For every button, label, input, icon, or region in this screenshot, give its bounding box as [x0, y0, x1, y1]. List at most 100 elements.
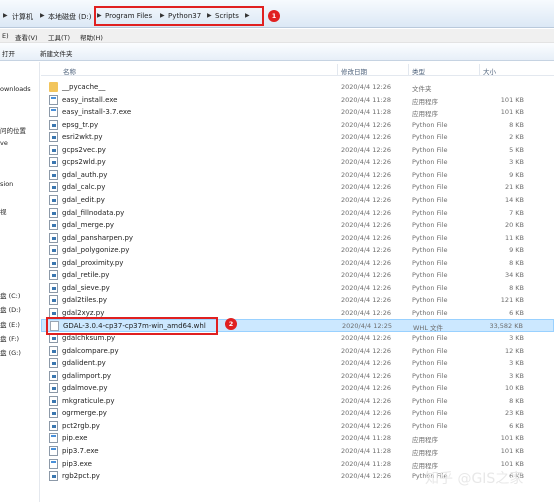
file-date: 2020/4/4 12:26 — [341, 296, 391, 305]
python-file-icon — [49, 182, 58, 193]
exe-icon — [49, 445, 58, 456]
file-name: gdalident.py — [62, 359, 106, 368]
table-row[interactable]: gdal_sieve.py 2020/4/4 12:26 Python File 8 … — [41, 282, 554, 295]
table-row[interactable]: mkgraticule.py 2020/4/4 12:26 Python File 8… — [41, 395, 554, 408]
file-date: 2020/4/4 12:26 — [341, 308, 391, 317]
nav-item-video[interactable]: 视 — [0, 206, 7, 216]
table-row[interactable]: esri2wkt.py 2020/4/4 12:26 Python File 2 KB — [41, 131, 554, 144]
table-row[interactable]: gdal_merge.py 2020/4/4 12:26 Python File 20… — [41, 219, 554, 232]
nav-item-drive-e[interactable]: 盘 (E:) — [0, 319, 20, 329]
file-name: gdal_pansharpen.py — [62, 233, 134, 242]
table-row[interactable]: ogrmerge.py 2020/4/4 12:26 Python File 23 K… — [41, 407, 554, 420]
watermark: 知乎 @GIS之家 — [425, 471, 524, 487]
python-file-icon — [49, 144, 58, 155]
file-name: gdal_auth.py — [62, 170, 108, 179]
file-date: 2020/4/4 12:26 — [341, 195, 391, 204]
table-row[interactable]: gdal2tiles.py 2020/4/4 12:26 Python File 12… — [41, 294, 554, 307]
file-name: gdal_fillnodata.py — [62, 208, 125, 217]
nav-item-recent-places[interactable]: 问的位置 — [0, 125, 26, 135]
table-row[interactable]: pip3.7.exe 2020/4/4 11:28 应用程序 101 KB — [41, 445, 554, 458]
file-name: gdal_sieve.py — [62, 283, 110, 292]
table-row[interactable]: pip.exe 2020/4/4 11:28 应用程序 101 KB — [41, 432, 554, 445]
table-row[interactable]: gdal_polygonize.py 2020/4/4 12:26 Python F… — [41, 244, 554, 257]
file-name: gdal_edit.py — [62, 195, 105, 204]
highlight-box-address — [94, 6, 264, 26]
file-size: 7 KB — [509, 208, 524, 217]
file-date: 2020/4/4 12:26 — [341, 258, 391, 267]
python-file-icon — [49, 270, 58, 281]
python-file-icon — [49, 295, 58, 306]
table-row[interactable]: gdal_auth.py 2020/4/4 12:26 Python File 9 K… — [41, 169, 554, 182]
nav-item-drive[interactable]: ve — [0, 139, 8, 147]
python-file-icon — [49, 232, 58, 243]
file-name: gdalchksum.py — [62, 334, 116, 342]
file-type: Python File — [412, 384, 448, 393]
table-row[interactable]: easy_install.exe 2020/4/4 11:28 应用程序 101 KB — [41, 94, 554, 107]
column-header-date[interactable]: 修改日期 — [341, 66, 367, 76]
nav-item-drive-c[interactable]: 盘 (C:) — [0, 290, 20, 300]
file-name: pip.exe — [62, 434, 88, 443]
table-row[interactable]: gdal_edit.py 2020/4/4 12:26 Python File 14 … — [41, 194, 554, 207]
menu-view[interactable]: 查看(V) — [15, 32, 38, 42]
table-row[interactable]: pct2rgb.py 2020/4/4 12:26 Python File 6 KB — [41, 420, 554, 433]
nav-item-version[interactable]: sion — [0, 180, 13, 188]
file-name: easy_install.exe — [62, 95, 118, 104]
file-type: Python File — [412, 296, 448, 305]
nav-item-drive-d[interactable]: 盘 (D:) — [0, 304, 21, 314]
table-row[interactable]: gcps2vec.py 2020/4/4 12:26 Python File 5 KB — [41, 144, 554, 157]
table-row[interactable]: easy_install-3.7.exe 2020/4/4 11:28 应用程序 10… — [41, 106, 554, 119]
table-row[interactable]: __pycache__ 2020/4/4 12:26 文件夹 — [41, 81, 554, 94]
file-date: 2020/4/4 12:26 — [341, 421, 391, 430]
exe-icon — [49, 433, 58, 444]
file-date: 2020/4/4 12:26 — [341, 396, 391, 405]
file-date: 2020/4/4 11:28 — [341, 108, 391, 117]
nav-item-drive-g[interactable]: 盘 (G:) — [0, 347, 21, 357]
new-folder-button[interactable]: 新建文件夹 — [40, 48, 73, 58]
toolbar: 打开 新建文件夹 — [0, 43, 554, 61]
file-type: Python File — [412, 221, 448, 230]
table-row[interactable]: gdalimport.py 2020/4/4 12:26 Python File 3 … — [41, 370, 554, 383]
file-size: 3 KB — [509, 371, 524, 380]
column-header-type[interactable]: 类型 — [412, 66, 425, 76]
breadcrumb-drive-d[interactable]: 本地磁盘 (D:) — [48, 12, 91, 22]
nav-item-drive-f[interactable]: 盘 (F:) — [0, 333, 19, 343]
table-row[interactable]: gdal_calc.py 2020/4/4 12:26 Python File 21 … — [41, 181, 554, 194]
file-name: gdalcompare.py — [62, 346, 119, 355]
table-row[interactable]: gdal_pansharpen.py 2020/4/4 12:26 Python F… — [41, 232, 554, 245]
column-header-size[interactable]: 大小 — [483, 66, 496, 76]
table-row[interactable]: gdalmove.py 2020/4/4 12:26 Python File 10 K… — [41, 382, 554, 395]
table-row[interactable]: gdal_fillnodata.py 2020/4/4 12:26 Python F… — [41, 207, 554, 220]
file-date: 2020/4/4 12:26 — [341, 246, 391, 255]
file-size: 121 KB — [500, 296, 524, 305]
column-divider[interactable] — [337, 64, 338, 75]
table-row[interactable]: gdal_retile.py 2020/4/4 12:26 Python File 3… — [41, 269, 554, 282]
table-row[interactable]: gdalcompare.py 2020/4/4 12:26 Python File 1… — [41, 345, 554, 358]
file-size: 20 KB — [504, 221, 524, 230]
file-name: pip3.exe — [62, 459, 92, 468]
file-type: Python File — [412, 120, 448, 129]
file-date: 2020/4/4 12:26 — [341, 409, 391, 418]
table-row[interactable]: gdal_proximity.py 2020/4/4 12:26 Python Fi… — [41, 257, 554, 270]
file-type: Python File — [412, 346, 448, 355]
python-file-icon — [49, 169, 58, 180]
breadcrumb-computer[interactable]: 计算机 — [12, 12, 33, 22]
menu-edit[interactable]: E) — [2, 32, 9, 40]
file-date: 2020/4/4 11:28 — [341, 434, 391, 443]
file-size: 23 KB — [504, 409, 524, 418]
table-row[interactable]: gcps2wld.py 2020/4/4 12:26 Python File 3 KB — [41, 156, 554, 169]
open-button[interactable]: 打开 — [2, 48, 15, 58]
file-type: 应用程序 — [412, 436, 438, 445]
file-date: 2020/4/4 12:26 — [341, 120, 391, 129]
file-date: 2020/4/4 12:26 — [341, 334, 391, 342]
file-type: Python File — [412, 371, 448, 380]
file-name: gdalmove.py — [62, 384, 108, 393]
column-divider[interactable] — [408, 64, 409, 75]
nav-item-downloads[interactable]: ownloads — [0, 85, 31, 93]
column-divider[interactable] — [479, 64, 480, 75]
menu-help[interactable]: 帮助(H) — [80, 32, 103, 42]
table-row[interactable]: gdalident.py 2020/4/4 12:26 Python File 3 K… — [41, 357, 554, 370]
menu-tools[interactable]: 工具(T) — [48, 32, 70, 42]
column-header-name[interactable]: 名称 — [63, 66, 76, 76]
file-type: 文件夹 — [412, 85, 432, 93]
table-row[interactable]: epsg_tr.py 2020/4/4 12:26 Python File 8 KB — [41, 119, 554, 132]
